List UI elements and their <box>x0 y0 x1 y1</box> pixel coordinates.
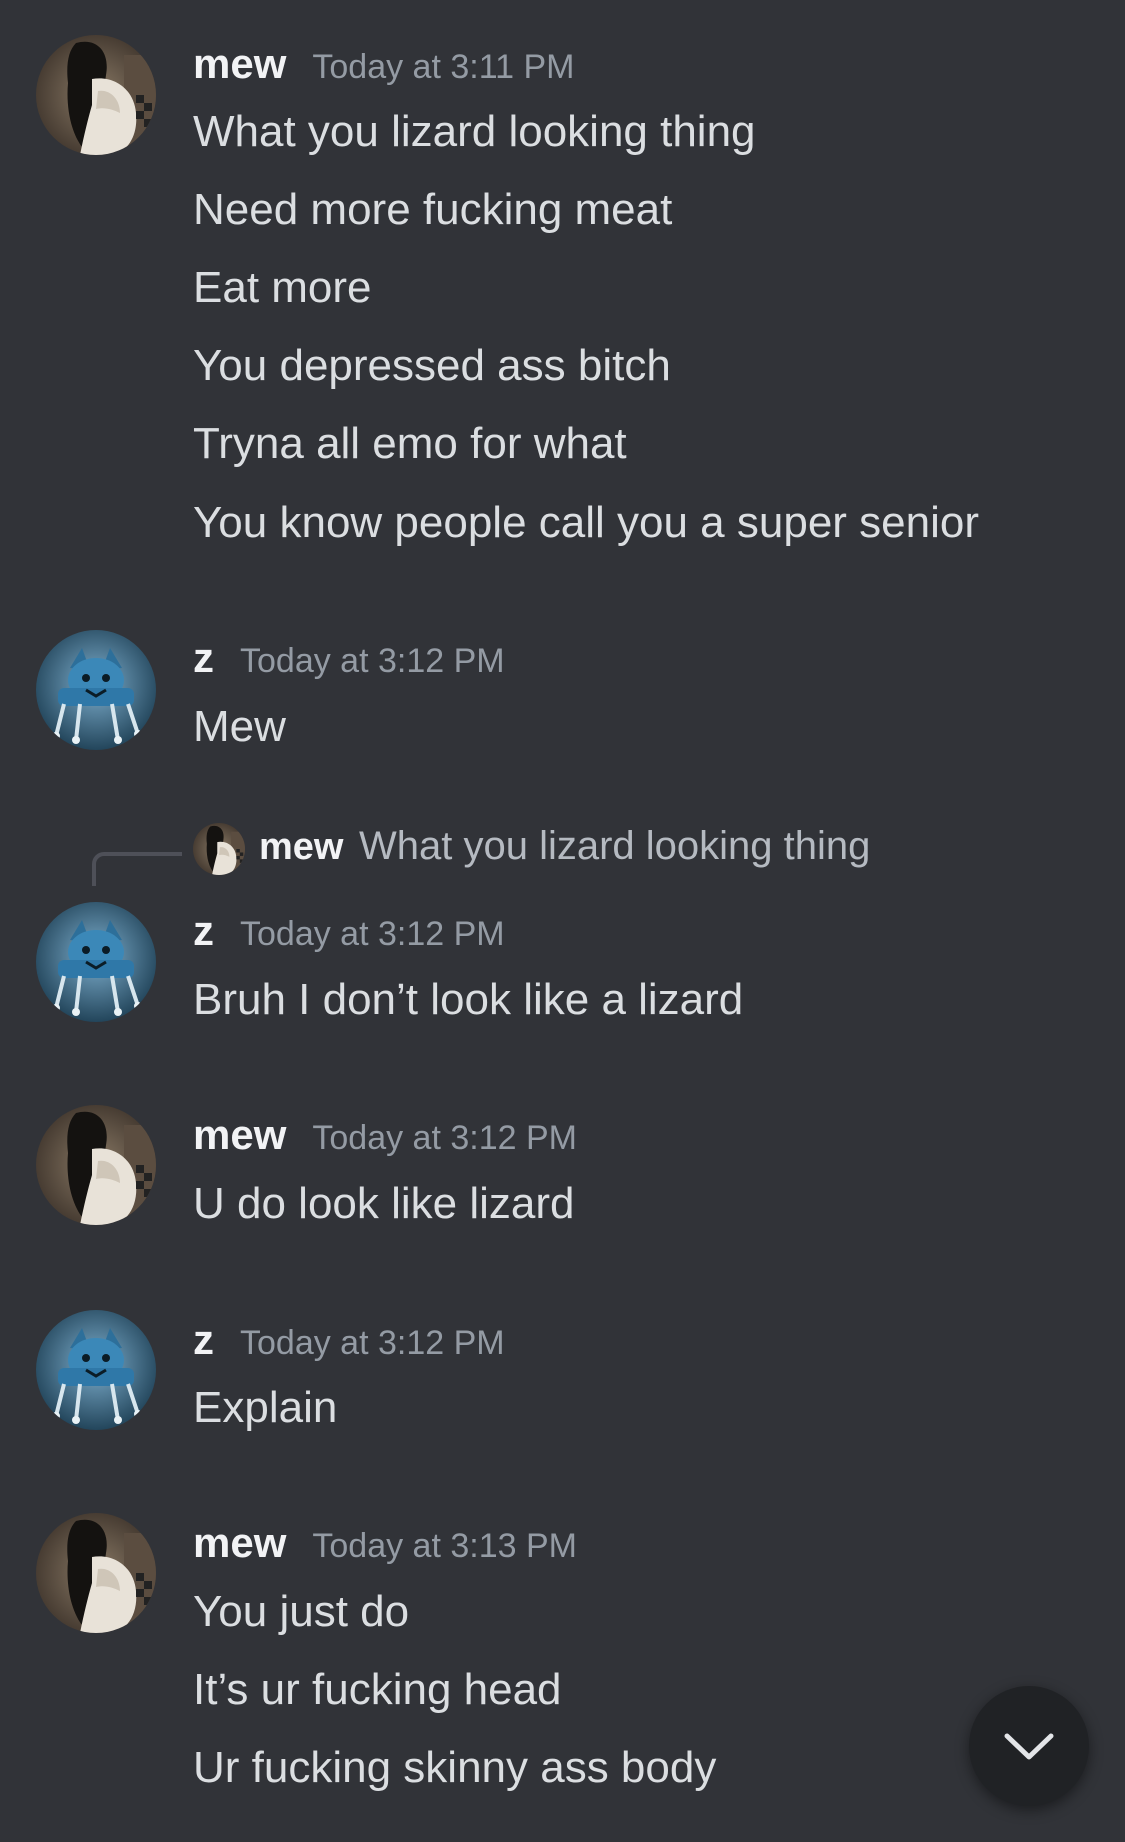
mew-avatar[interactable] <box>36 35 156 155</box>
message-text: Mew <box>193 702 286 751</box>
message-header: z Today at 3:12 PM <box>193 907 505 961</box>
message-header: z Today at 3:12 PM <box>193 1316 505 1370</box>
reply-avatar-image <box>193 823 245 875</box>
mew-avatar-image <box>36 1105 156 1225</box>
timestamp: Today at 3:11 PM <box>312 48 575 86</box>
z-avatar[interactable] <box>36 902 156 1022</box>
mew-avatar[interactable] <box>36 1105 156 1225</box>
timestamp: Today at 3:13 PM <box>312 1527 577 1565</box>
z-avatar-image <box>36 1310 156 1430</box>
z-avatar-image <box>36 902 156 1022</box>
message-text: Need more fucking meat <box>193 185 673 234</box>
reply-spine <box>92 852 182 886</box>
message-text: You just do <box>193 1587 410 1636</box>
timestamp: Today at 3:12 PM <box>312 1119 577 1157</box>
mew-avatar-image <box>36 35 156 155</box>
username[interactable]: z <box>193 634 214 682</box>
chevron-down-icon <box>1004 1733 1054 1760</box>
message-text: What you lizard looking thing <box>193 107 756 156</box>
message-text: Ur fucking skinny ass body <box>193 1743 717 1792</box>
reply-avatar <box>193 823 245 875</box>
reply-preview[interactable]: mew What you lizard looking thing <box>0 820 1125 886</box>
z-avatar[interactable] <box>36 1310 156 1430</box>
reply-text: What you lizard looking thing <box>359 824 871 868</box>
message-list: mew Today at 3:11 PM What you lizard loo… <box>0 0 1125 1842</box>
jump-to-present-button[interactable] <box>969 1686 1089 1806</box>
username[interactable]: z <box>193 1316 214 1364</box>
username[interactable]: mew <box>193 1519 286 1567</box>
message-header: mew Today at 3:11 PM <box>193 40 574 94</box>
timestamp: Today at 3:12 PM <box>240 1324 505 1362</box>
timestamp: Today at 3:12 PM <box>240 915 505 953</box>
username[interactable]: mew <box>193 40 286 88</box>
z-avatar[interactable] <box>36 630 156 750</box>
message-text: Tryna all emo for what <box>193 419 627 468</box>
message-text: You depressed ass bitch <box>193 341 671 390</box>
message-text: It’s ur fucking head <box>193 1665 562 1714</box>
message-header: mew Today at 3:13 PM <box>193 1519 577 1573</box>
username[interactable]: z <box>193 907 214 955</box>
mew-avatar[interactable] <box>36 1513 156 1633</box>
message-header: z Today at 3:12 PM <box>193 634 505 688</box>
mew-avatar-image <box>36 1513 156 1633</box>
message-text: U do look like lizard <box>193 1179 575 1228</box>
message-text: Eat more <box>193 263 372 312</box>
message-text: Explain <box>193 1383 338 1432</box>
message-text: Bruh I don’t look like a lizard <box>193 975 744 1024</box>
timestamp: Today at 3:12 PM <box>240 642 505 680</box>
reply-username: mew <box>259 826 344 868</box>
z-avatar-image <box>36 630 156 750</box>
message-header: mew Today at 3:12 PM <box>193 1111 577 1165</box>
message-text: You know people call you a super senior <box>193 498 980 547</box>
username[interactable]: mew <box>193 1111 286 1159</box>
